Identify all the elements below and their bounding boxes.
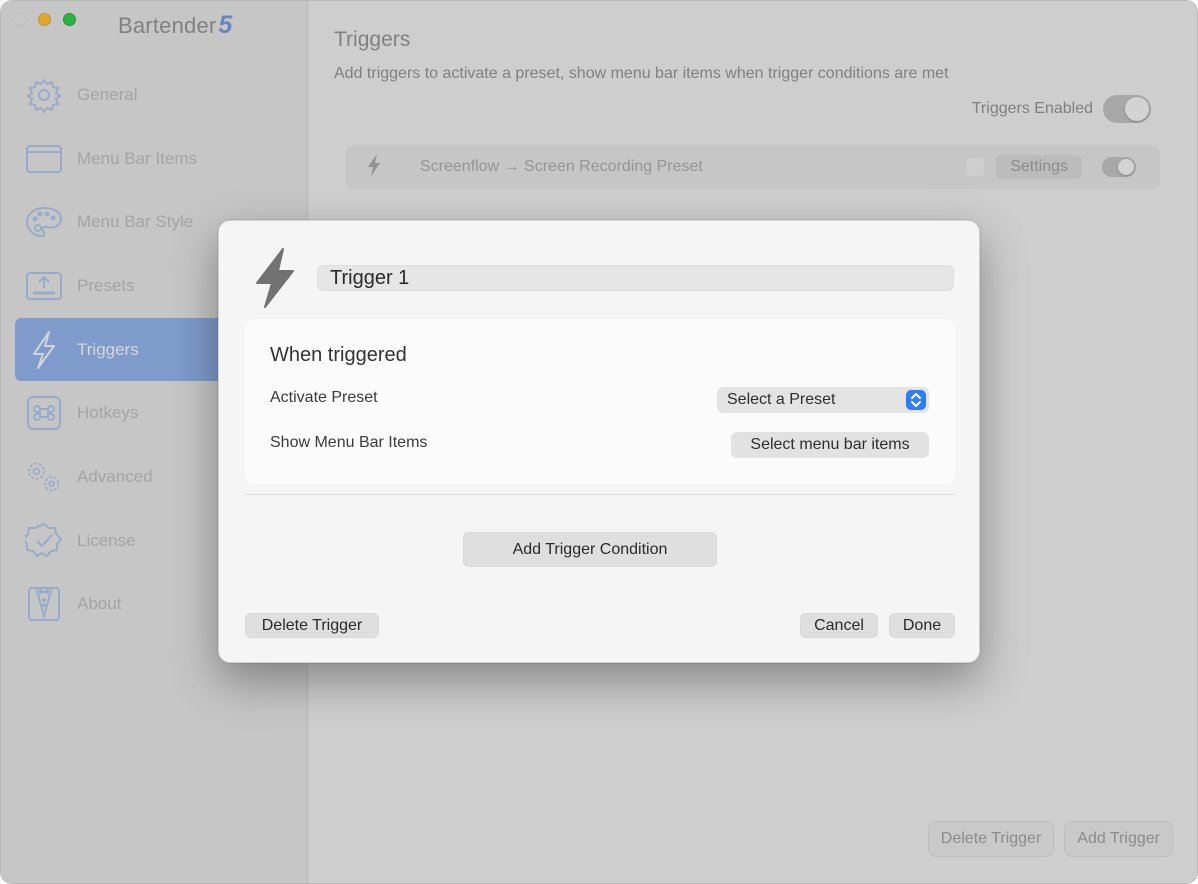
show-menu-bar-items-label: Show Menu Bar Items	[270, 434, 428, 451]
cancel-button[interactable]: Cancel	[800, 613, 878, 638]
preset-select[interactable]: Select a Preset	[717, 387, 929, 413]
chevron-up-down-icon	[906, 390, 926, 410]
delete-trigger-button[interactable]: Delete Trigger	[245, 613, 379, 638]
section-title: When triggered	[270, 344, 407, 366]
divider	[245, 494, 955, 495]
bolt-icon	[253, 247, 297, 309]
done-button[interactable]: Done	[889, 613, 955, 638]
preset-select-value: Select a Preset	[727, 391, 836, 408]
select-menu-bar-items-button[interactable]: Select menu bar items	[731, 432, 929, 458]
trigger-edit-sheet: When triggered Activate Preset Select a …	[218, 220, 980, 663]
activate-preset-label: Activate Preset	[270, 389, 378, 406]
trigger-name-input[interactable]	[317, 265, 954, 291]
when-triggered-section: When triggered Activate Preset Select a …	[245, 319, 955, 485]
add-trigger-condition-button[interactable]: Add Trigger Condition	[463, 532, 717, 567]
